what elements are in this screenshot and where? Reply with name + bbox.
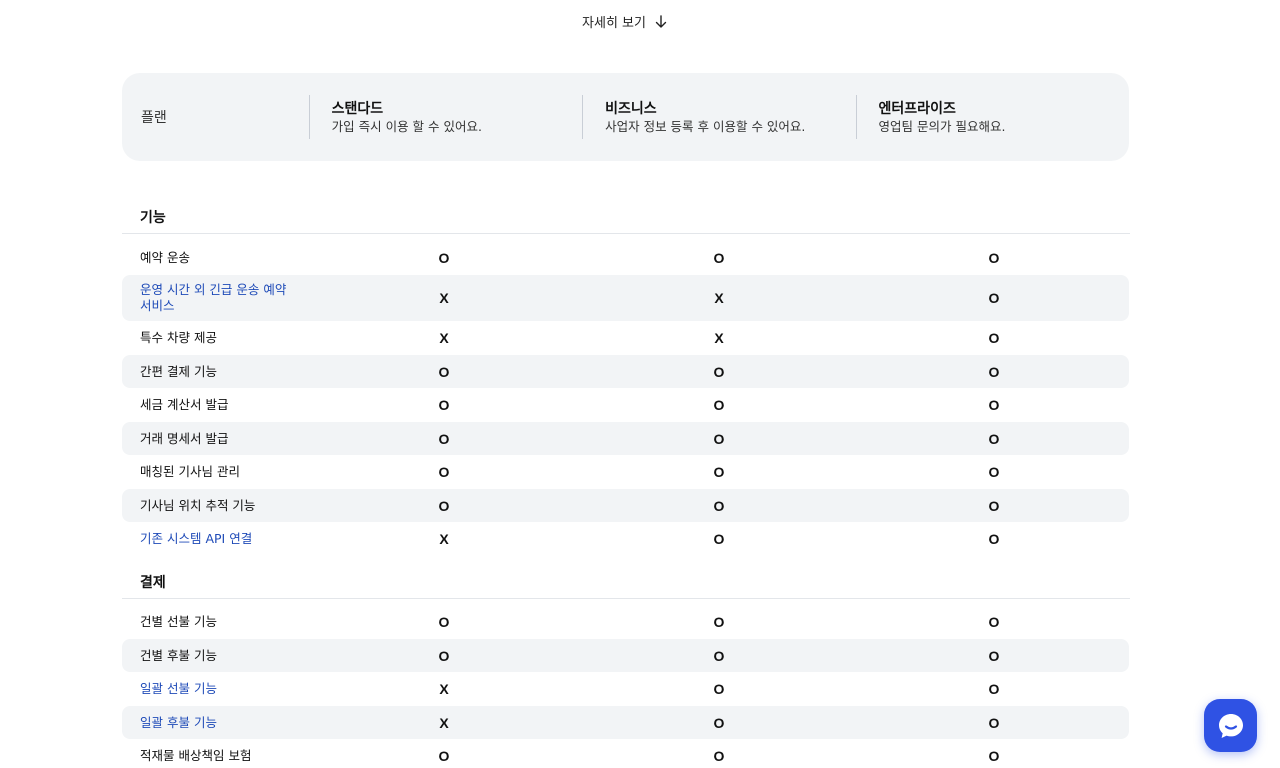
row-label: 세금 계산서 발급: [140, 397, 229, 412]
table-row: 세금 계산서 발급 O O O: [122, 388, 1129, 422]
table-row: 건별 후불 기능 O O O: [122, 639, 1129, 672]
table-row: 기사님 위치 추적 기능 O O O: [122, 489, 1129, 522]
row-label: 예약 운송: [140, 250, 190, 265]
row-label: 건별 후불 기능: [140, 647, 217, 663]
table-row: 운영 시간 외 긴급 운송 예약 서비스 X X O: [122, 275, 1129, 321]
chat-button[interactable]: [1204, 699, 1257, 752]
table-row: 건별 선불 기능 O O O: [122, 605, 1129, 639]
cell-enterprise: O: [988, 397, 1000, 413]
row-label-link[interactable]: 운영 시간 외 긴급 운송 예약 서비스: [140, 282, 300, 314]
cell-enterprise: O: [988, 290, 1000, 306]
cell-enterprise: O: [988, 497, 1000, 514]
chat-bubble-icon: [1218, 713, 1243, 738]
cell-business: O: [713, 647, 725, 664]
cell-standard: O: [438, 497, 450, 514]
plan-name: 비즈니스: [605, 100, 657, 117]
row-label-link[interactable]: 일괄 후불 기능: [140, 715, 300, 731]
cell-business: O: [713, 430, 725, 447]
plan-standard: 스탠다드 가입 즉시 이용 할 수 있어요.: [308, 95, 582, 139]
cell-business: O: [713, 464, 725, 480]
cell-standard: O: [438, 250, 450, 266]
table-row: 특수 차량 제공 X X O: [122, 321, 1129, 355]
cell-business: O: [713, 397, 725, 413]
table-row: 거래 명세서 발급 O O O: [122, 422, 1129, 455]
cell-enterprise: O: [988, 681, 1000, 697]
cell-standard: O: [438, 430, 450, 447]
cell-enterprise: O: [988, 614, 1000, 630]
plan-desc: 사업자 정보 등록 후 이용할 수 있어요.: [605, 118, 806, 134]
table-row: 적재물 배상책임 보험 O O O: [122, 739, 1129, 768]
cell-business: O: [713, 681, 725, 697]
cell-enterprise: O: [988, 714, 1000, 731]
row-label: 거래 명세서 발급: [140, 430, 229, 446]
cell-standard: O: [438, 397, 450, 413]
cell-business: O: [713, 250, 725, 266]
plan-label: 플랜: [141, 110, 167, 126]
plan-name: 스탠다드: [331, 100, 384, 117]
cell-business: O: [713, 714, 725, 731]
plan-header: 플랜 스탠다드 가입 즉시 이용 할 수 있어요. 비즈니스 사업자 정보 등록…: [122, 73, 1129, 161]
cell-standard: X: [439, 531, 449, 547]
cell-enterprise: O: [988, 748, 1000, 764]
cell-standard: X: [439, 290, 449, 306]
cell-standard: O: [438, 464, 450, 480]
cell-business: O: [713, 614, 725, 630]
row-label: 건별 선불 기능: [140, 614, 217, 629]
row-label-link[interactable]: 일괄 선불 기능: [140, 681, 300, 697]
row-label: 적재물 배상책임 보험: [140, 748, 252, 763]
cell-enterprise: O: [988, 363, 1000, 380]
cell-enterprise: O: [988, 330, 1000, 346]
plan-name: 엔터프라이즈: [878, 100, 956, 117]
plan-business: 비즈니스 사업자 정보 등록 후 이용할 수 있어요.: [582, 95, 855, 139]
cell-enterprise: O: [988, 531, 1000, 547]
cell-enterprise: O: [988, 430, 1000, 447]
cell-enterprise: O: [988, 250, 1000, 266]
section-title-payment: 결제: [140, 575, 166, 591]
row-label: 매칭된 기사님 관리: [140, 464, 240, 479]
row-label: 기사님 위치 추적 기능: [140, 497, 256, 513]
cell-standard: O: [438, 748, 450, 764]
cell-standard: O: [438, 363, 450, 380]
cell-standard: O: [438, 614, 450, 630]
row-label: 특수 차량 제공: [140, 330, 217, 345]
section-title-features: 기능: [140, 210, 166, 226]
table-row: 매칭된 기사님 관리 O O O: [122, 455, 1129, 489]
cell-business: O: [713, 497, 725, 514]
arrow-down-icon: [655, 14, 667, 28]
plan-enterprise: 엔터프라이즈 영업팀 문의가 필요해요.: [855, 95, 1129, 139]
table-row: 기존 시스템 API 연결 X O O: [122, 522, 1129, 556]
cell-standard: X: [439, 681, 449, 697]
cell-standard: O: [438, 647, 450, 664]
table-row: 일괄 선불 기능 X O O: [122, 672, 1129, 706]
cell-standard: X: [439, 714, 449, 731]
section-divider: [122, 598, 1130, 599]
cell-enterprise: O: [988, 647, 1000, 664]
cell-business: X: [714, 290, 724, 306]
table-row: 간편 결제 기능 O O O: [122, 355, 1129, 388]
cell-business: O: [713, 531, 725, 547]
table-row: 일괄 후불 기능 X O O: [122, 706, 1129, 739]
table-row: 예약 운송 O O O: [122, 241, 1129, 275]
plan-desc: 가입 즉시 이용 할 수 있어요.: [331, 118, 482, 134]
cell-enterprise: O: [988, 464, 1000, 480]
row-label-link[interactable]: 기존 시스템 API 연결: [140, 531, 300, 547]
section-divider: [122, 233, 1130, 234]
cell-business: O: [713, 748, 725, 764]
see-more-label: 자세히 보기: [582, 16, 646, 31]
see-more-button[interactable]: 자세히 보기: [0, 12, 1250, 31]
cell-standard: X: [439, 330, 449, 346]
plan-desc: 영업팀 문의가 필요해요.: [878, 118, 1006, 134]
row-label: 간편 결제 기능: [140, 363, 217, 379]
cell-business: O: [713, 363, 725, 380]
cell-business: X: [714, 330, 724, 346]
